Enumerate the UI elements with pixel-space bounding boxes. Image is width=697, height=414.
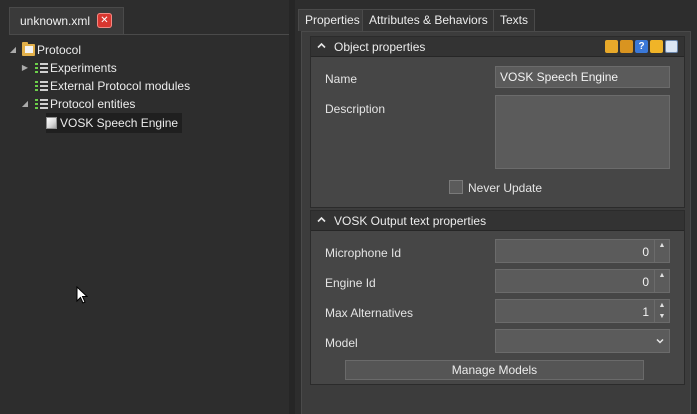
tree-item-protocol[interactable]: ◢ Protocol (8, 41, 81, 59)
tree-item-label: Protocol entities (50, 97, 136, 111)
microphone-id-label: Microphone Id (325, 246, 402, 260)
tree-item-vosk-speech-engine[interactable]: VOSK Speech Engine (46, 113, 183, 133)
name-input[interactable] (495, 66, 670, 88)
tab-divider (9, 34, 289, 35)
key-alt-icon[interactable] (620, 40, 633, 53)
properties-pane: Properties Attributes & Behaviors Texts … (295, 0, 697, 414)
spinner-buttons: ▲ (654, 270, 669, 292)
list-icon (35, 98, 48, 110)
vosk-properties-section: VOSK Output text properties Microphone I… (310, 210, 685, 385)
never-update-label: Never Update (468, 181, 543, 195)
expand-arrow-icon[interactable]: ▶ (20, 63, 30, 72)
engine-id-label: Engine Id (325, 276, 376, 290)
file-tab[interactable]: unknown.xml ✕ (9, 7, 124, 34)
folder-icon (22, 42, 35, 56)
collapse-arrow-icon[interactable]: ◢ (8, 45, 18, 54)
header-toolbar: ? (605, 40, 678, 53)
tree-item-label: External Protocol modules (50, 79, 191, 93)
list-icon (35, 80, 48, 92)
tree-item-label: VOSK Speech Engine (60, 116, 179, 130)
manage-models-button[interactable]: Manage Models (345, 360, 644, 380)
section-title: VOSK Output text properties (334, 214, 487, 228)
tree-item-label: Protocol (37, 43, 82, 57)
bolt-icon[interactable] (650, 40, 663, 53)
close-icon[interactable]: ✕ (97, 13, 112, 28)
chevron-up-icon[interactable] (317, 215, 326, 224)
chevron-down-icon[interactable] (655, 336, 665, 346)
microphone-id-spinner[interactable]: 0 ▲ (495, 239, 670, 263)
key-icon[interactable] (605, 40, 618, 53)
vosk-properties-header[interactable]: VOSK Output text properties (311, 211, 684, 231)
object-properties-header[interactable]: Object properties ? (311, 37, 684, 57)
spinner-buttons: ▲ (654, 240, 669, 262)
engine-id-spinner[interactable]: 0 ▲ (495, 269, 670, 293)
spinner-value: 1 (642, 305, 649, 319)
description-input[interactable] (495, 95, 670, 169)
cube-icon (46, 117, 57, 129)
max-alternatives-spinner[interactable]: 1 ▲ ▼ (495, 299, 670, 323)
max-alternatives-label: Max Alternatives (325, 306, 414, 320)
tree-item-protocol-entities[interactable]: ◢ Protocol entities (20, 95, 135, 113)
model-dropdown[interactable] (495, 329, 670, 353)
name-label: Name (325, 72, 358, 86)
tree-item-label: Experiments (50, 61, 117, 75)
tree-item-external-modules[interactable]: External Protocol modules (35, 77, 190, 95)
model-label: Model (325, 336, 358, 350)
spin-up-icon[interactable]: ▲ (655, 300, 669, 311)
explorer-pane: unknown.xml ✕ ◢ Protocol ▶ Experiments E… (0, 0, 289, 414)
spinner-buttons: ▲ ▼ (654, 300, 669, 322)
spinner-value: 0 (642, 275, 649, 289)
mouse-cursor-icon (76, 286, 88, 304)
section-title: Object properties (334, 40, 426, 54)
never-update-checkbox[interactable] (449, 180, 463, 194)
tab-attributes-behaviors[interactable]: Attributes & Behaviors (362, 9, 495, 31)
description-label: Description (325, 102, 386, 116)
spin-down-icon[interactable]: ▼ (655, 311, 669, 322)
chevron-up-icon[interactable] (317, 41, 326, 50)
tab-texts[interactable]: Texts (493, 9, 536, 31)
help-icon[interactable]: ? (635, 40, 648, 53)
tree-item-experiments[interactable]: ▶ Experiments (20, 59, 117, 77)
tab-properties[interactable]: Properties (298, 9, 367, 31)
collapse-arrow-icon[interactable]: ◢ (20, 99, 30, 108)
spinner-value: 0 (642, 245, 649, 259)
object-properties-section: Object properties ? Name Description Nev… (310, 36, 685, 208)
file-tab-label: unknown.xml (20, 14, 91, 28)
list-icon (35, 62, 48, 74)
spin-up-icon[interactable]: ▲ (655, 270, 669, 281)
document-icon[interactable] (665, 40, 678, 53)
spin-up-icon[interactable]: ▲ (655, 240, 669, 251)
